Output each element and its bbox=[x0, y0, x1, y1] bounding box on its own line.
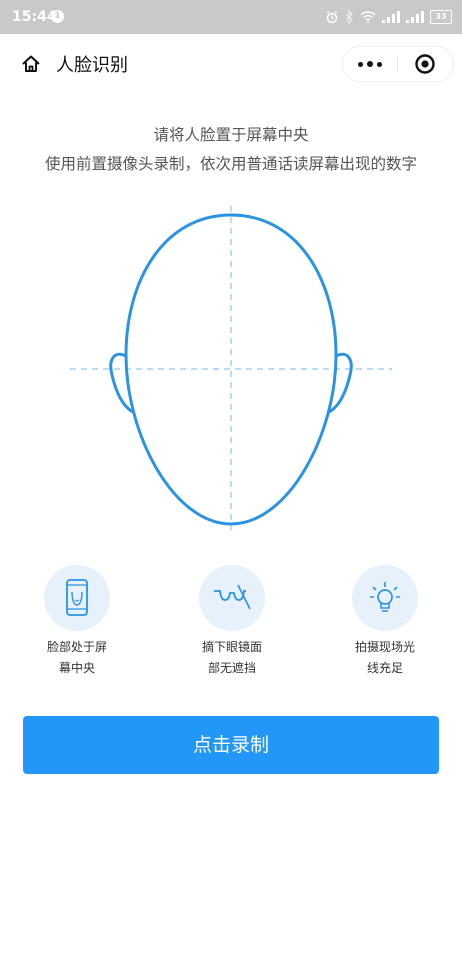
tip-label: 拍摄现场光 线充足 bbox=[354, 640, 415, 675]
right-ear bbox=[328, 352, 353, 414]
target-close-icon bbox=[415, 54, 435, 74]
wifi-icon bbox=[360, 11, 376, 23]
record-button[interactable]: 点击录制 bbox=[23, 716, 439, 774]
home-icon[interactable] bbox=[20, 53, 42, 75]
close-mini-program-button[interactable] bbox=[398, 47, 452, 81]
alarm-icon bbox=[325, 10, 339, 24]
tip-icon-circle bbox=[199, 565, 265, 631]
more-dot-icon bbox=[377, 61, 382, 67]
tips-row: 脸部处于屏 幕中央 摘下眼镜面 部无遮挡 拍摄现场光 线充足 bbox=[0, 565, 462, 675]
status-icons: 33 bbox=[325, 8, 452, 26]
tip-item: 摘下眼镜面 部无遮挡 bbox=[177, 565, 287, 679]
phone-face-icon bbox=[66, 579, 88, 616]
tip-item: 拍摄现场光 线充足 bbox=[330, 565, 440, 679]
status-time: 15:44 bbox=[12, 9, 57, 25]
more-dot-icon bbox=[367, 61, 373, 67]
battery-icon: 33 bbox=[430, 10, 452, 24]
tip-label: 脸部处于屏 幕中央 bbox=[46, 640, 107, 675]
mini-program-capsule bbox=[342, 46, 454, 82]
more-dot-icon bbox=[358, 61, 363, 67]
notification-badge: 1 bbox=[51, 10, 64, 23]
glasses-icon bbox=[214, 584, 251, 610]
more-options-button[interactable] bbox=[343, 47, 397, 81]
tip-icon-circle bbox=[44, 565, 110, 631]
signal-icon-2 bbox=[406, 11, 424, 23]
left-ear bbox=[109, 352, 134, 414]
bluetooth-icon bbox=[345, 10, 354, 24]
signal-icon-1 bbox=[382, 11, 400, 23]
lightbulb-icon bbox=[370, 582, 400, 612]
tip-item: 脸部处于屏 幕中央 bbox=[22, 565, 132, 679]
page-title: 人脸识别 bbox=[56, 55, 128, 76]
face-outline-guide bbox=[70, 206, 392, 530]
navigation-bar: 人脸识别 bbox=[0, 34, 462, 92]
instruction-title: 请将人脸置于屏幕中央 bbox=[153, 126, 309, 144]
instruction-detail: 使用前置摄像头录制，依次用普通话读屏幕出现的数字 bbox=[44, 155, 417, 173]
status-bar: 15:44 1 33 bbox=[0, 0, 462, 34]
tip-label: 摘下眼镜面 部无遮挡 bbox=[201, 640, 262, 675]
tip-icon-circle bbox=[352, 565, 418, 631]
